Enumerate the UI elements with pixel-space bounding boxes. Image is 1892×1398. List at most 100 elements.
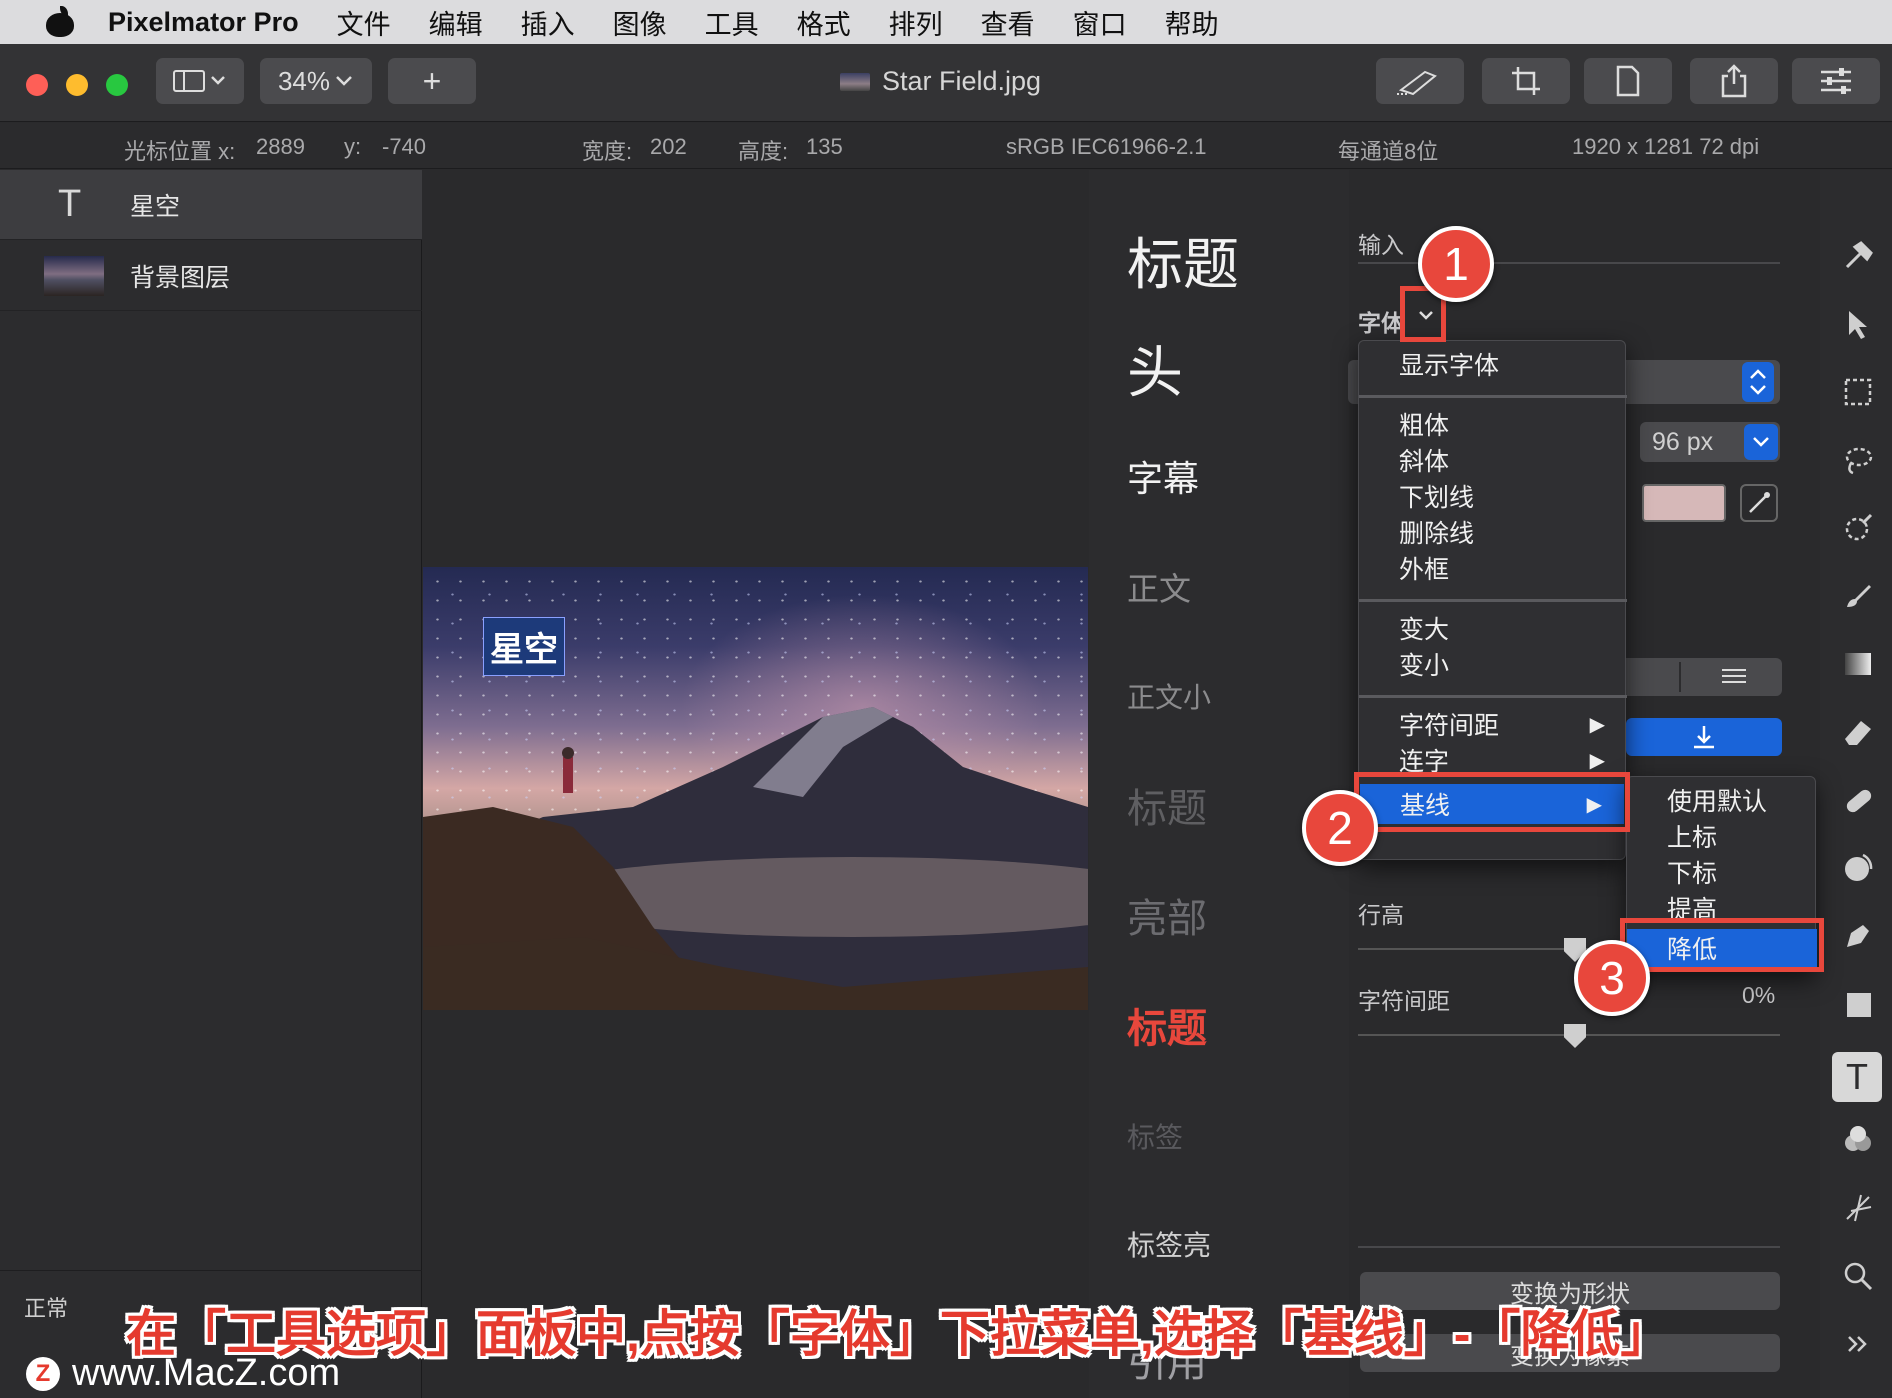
- style-tag[interactable]: 标签: [1127, 1116, 1183, 1156]
- rect-select-tool[interactable]: [1838, 372, 1878, 412]
- input-label: 输入: [1358, 232, 1404, 258]
- blend-mode-select[interactable]: 正常: [24, 1291, 68, 1323]
- menu-item-italic[interactable]: 斜体: [1359, 445, 1627, 476]
- menu-tools[interactable]: 工具: [705, 3, 759, 42]
- menu-item-use-default[interactable]: 使用默认: [1627, 785, 1817, 816]
- sidebar-toggle-button[interactable]: [156, 58, 244, 104]
- canvas-text-layer[interactable]: 星空: [483, 617, 565, 676]
- alignment-segment[interactable]: [1620, 658, 1782, 696]
- submenu-arrow-icon: ▶: [1589, 713, 1605, 736]
- menu-item-kern[interactable]: 字符间距 ▶: [1359, 709, 1627, 740]
- menu-app[interactable]: Pixelmator Pro: [108, 7, 299, 38]
- resolution: 1920 x 1281 72 dpi: [1572, 134, 1760, 159]
- menu-help[interactable]: 帮助: [1165, 3, 1219, 42]
- arrange-tool[interactable]: [1838, 236, 1878, 276]
- menu-item-outline[interactable]: 外框: [1359, 553, 1627, 584]
- menu-item-smaller[interactable]: 变小: [1359, 649, 1627, 680]
- menu-edit[interactable]: 编辑: [429, 3, 483, 42]
- watermark-text: www.MacZ.com: [72, 1352, 341, 1394]
- paint-tool[interactable]: [1838, 576, 1878, 616]
- sparkle-icon: [1846, 1194, 1872, 1222]
- menu-item-bold[interactable]: 粗体: [1359, 409, 1627, 440]
- repair-tool[interactable]: [1838, 780, 1878, 820]
- color-adjust-tool[interactable]: [1838, 1120, 1878, 1160]
- gradient-tool[interactable]: [1838, 644, 1878, 684]
- eyedropper-icon: [1749, 492, 1770, 513]
- marquee-icon: [1844, 378, 1872, 406]
- menu-item-show-fonts[interactable]: 显示字体: [1359, 349, 1627, 380]
- share-icon: [1721, 64, 1747, 98]
- cursor-y-value: -740: [382, 134, 427, 159]
- minimize-window-button[interactable]: [66, 74, 88, 96]
- menu-item-superscript[interactable]: 上标: [1627, 821, 1817, 852]
- style-tool[interactable]: [1838, 848, 1878, 888]
- style-body[interactable]: 正文: [1127, 564, 1191, 610]
- layer-row-text[interactable]: T 星空: [0, 170, 422, 240]
- document-icon: [1616, 65, 1640, 97]
- char-spacing-label: 字符间距: [1358, 988, 1450, 1014]
- quick-select-tool[interactable]: [1838, 508, 1878, 548]
- menu-format[interactable]: 格式: [797, 3, 851, 42]
- text-color-well[interactable]: [1642, 484, 1726, 522]
- effects-tool[interactable]: [1838, 1188, 1878, 1228]
- crop-button[interactable]: [1482, 58, 1570, 104]
- pen-tool-button[interactable]: [1376, 58, 1464, 104]
- vertical-align-bottom-button[interactable]: [1626, 718, 1782, 756]
- style-highlight[interactable]: 亮部: [1127, 886, 1207, 944]
- type-tool[interactable]: T: [1832, 1052, 1882, 1102]
- double-chevron-right-icon: [1848, 1336, 1867, 1352]
- stepper-icon[interactable]: [1742, 362, 1774, 402]
- char-spacing-slider-thumb[interactable]: [1564, 1024, 1586, 1048]
- style-tag-bright[interactable]: 标签亮: [1127, 1224, 1211, 1264]
- layer-name: 背景图层: [130, 263, 231, 292]
- canvas-image[interactable]: 星空: [423, 567, 1088, 1010]
- align-bottom-icon: [1694, 726, 1714, 749]
- share-button[interactable]: [1690, 58, 1778, 104]
- cursor-y-label: y:: [344, 134, 362, 159]
- style-title-gray[interactable]: 标题: [1127, 776, 1207, 834]
- menu-window[interactable]: 窗口: [1073, 3, 1127, 42]
- layer-row-background[interactable]: 背景图层: [0, 241, 422, 311]
- menu-item-label: 删除线: [1399, 520, 1475, 548]
- zoom-value: 34%: [277, 65, 331, 96]
- more-tools-button[interactable]: [1838, 1324, 1878, 1364]
- menu-item-underline[interactable]: 下划线: [1359, 481, 1627, 512]
- shape-tool[interactable]: [1838, 984, 1878, 1024]
- font-size-dropdown[interactable]: [1744, 424, 1778, 460]
- align-justify-icon: [1679, 662, 1746, 692]
- menu-file[interactable]: 文件: [337, 3, 391, 42]
- menu-item-label: 粗体: [1399, 412, 1450, 440]
- style-subtitle[interactable]: 字幕: [1127, 450, 1199, 502]
- menu-view[interactable]: 查看: [981, 3, 1035, 42]
- menu-image[interactable]: 图像: [613, 3, 667, 42]
- add-button[interactable]: +: [388, 58, 476, 104]
- style-body-small[interactable]: 正文小: [1127, 676, 1211, 716]
- lasso-tool[interactable]: [1838, 440, 1878, 480]
- select-tool[interactable]: [1838, 304, 1878, 344]
- menu-item-strikethrough[interactable]: 删除线: [1359, 517, 1627, 548]
- style-heading[interactable]: 头: [1127, 328, 1183, 409]
- eraser-tool[interactable]: [1838, 712, 1878, 752]
- style-title[interactable]: 标题: [1127, 220, 1239, 301]
- style-title-red[interactable]: 标题: [1127, 996, 1207, 1054]
- document-button[interactable]: [1584, 58, 1672, 104]
- pen-icon: [1397, 70, 1437, 96]
- close-window-button[interactable]: [26, 74, 48, 96]
- zoom-tool[interactable]: [1838, 1256, 1878, 1296]
- instruction-caption: 在「工具选项」面板中,点按「字体」下拉菜单,选择「基线」-「降低」: [126, 1306, 1671, 1362]
- apple-icon[interactable]: [40, 6, 82, 37]
- color-profile: sRGB IEC61966-2.1: [1006, 134, 1207, 159]
- zoom-dropdown[interactable]: 34%: [260, 58, 372, 104]
- document-thumbnail: [840, 72, 870, 91]
- adjustments-button[interactable]: [1792, 58, 1880, 104]
- canvas-area[interactable]: 星空: [423, 170, 1088, 1398]
- menu-item-subscript[interactable]: 下标: [1627, 857, 1817, 888]
- menu-item-bigger[interactable]: 变大: [1359, 613, 1627, 644]
- menu-arrange[interactable]: 排列: [889, 3, 943, 42]
- pen-tool[interactable]: [1838, 916, 1878, 956]
- options-divider: [1358, 1246, 1780, 1248]
- zoom-window-button[interactable]: [106, 74, 128, 96]
- menu-insert[interactable]: 插入: [521, 3, 575, 42]
- menu-item-ligature[interactable]: 连字 ▶: [1359, 745, 1627, 776]
- eyedropper-button[interactable]: [1740, 484, 1778, 522]
